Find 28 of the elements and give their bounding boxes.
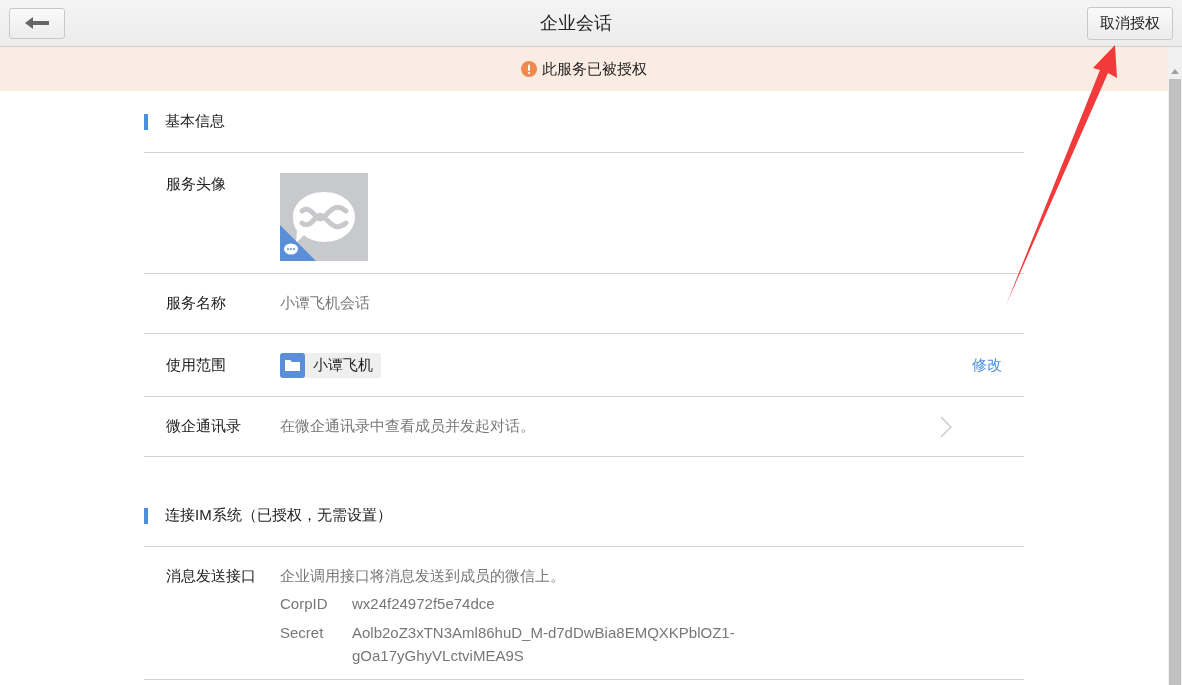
warning-icon (521, 61, 537, 77)
field-label: 服务头像 (166, 174, 227, 194)
chevron-right-icon[interactable] (940, 415, 952, 438)
credential-label: Secret (280, 623, 325, 643)
field-value: 企业调用接口将消息发送到成员的微信上。 (280, 567, 566, 586)
credential-label: CorpID (280, 594, 329, 614)
folder-icon (280, 352, 305, 378)
revoke-authorization-button[interactable]: 取消授权 (1087, 6, 1173, 40)
field-label: 服务名称 (166, 294, 227, 313)
scroll-up-icon[interactable] (1170, 67, 1180, 75)
field-label: 消息发送接口 (166, 567, 257, 586)
section-title: 基本信息 (165, 112, 225, 131)
scrollbar[interactable] (1168, 47, 1182, 685)
field-label: 使用范围 (166, 355, 227, 375)
field-value: 小谭飞机会话 (280, 294, 370, 313)
field-label: 微企通讯录 (166, 417, 242, 436)
back-button[interactable] (9, 7, 65, 39)
page-title: 企业会话 (540, 12, 612, 35)
notice-text: 此服务已被授权 (542, 59, 647, 79)
section-marker (144, 507, 148, 524)
credential-value: Aolb2oZ3xTN3Aml86huD_M-d7dDwBia8EMQXKPblOZ1-gOa17yGhyVLctviMEA9S (352, 623, 736, 666)
scrollbar-thumb[interactable] (1169, 79, 1181, 685)
section-title: 连接IM系统（已授权，无需设置） (165, 506, 392, 525)
credential-value: wx24f24972f5e74dce (352, 594, 495, 614)
left-arrow-icon (25, 17, 49, 29)
field-value: 在微企通讯录中查看成员并发起对话。 (280, 417, 535, 436)
section-marker (144, 113, 148, 130)
scope-tag-text: 小谭飞机 (313, 355, 373, 375)
